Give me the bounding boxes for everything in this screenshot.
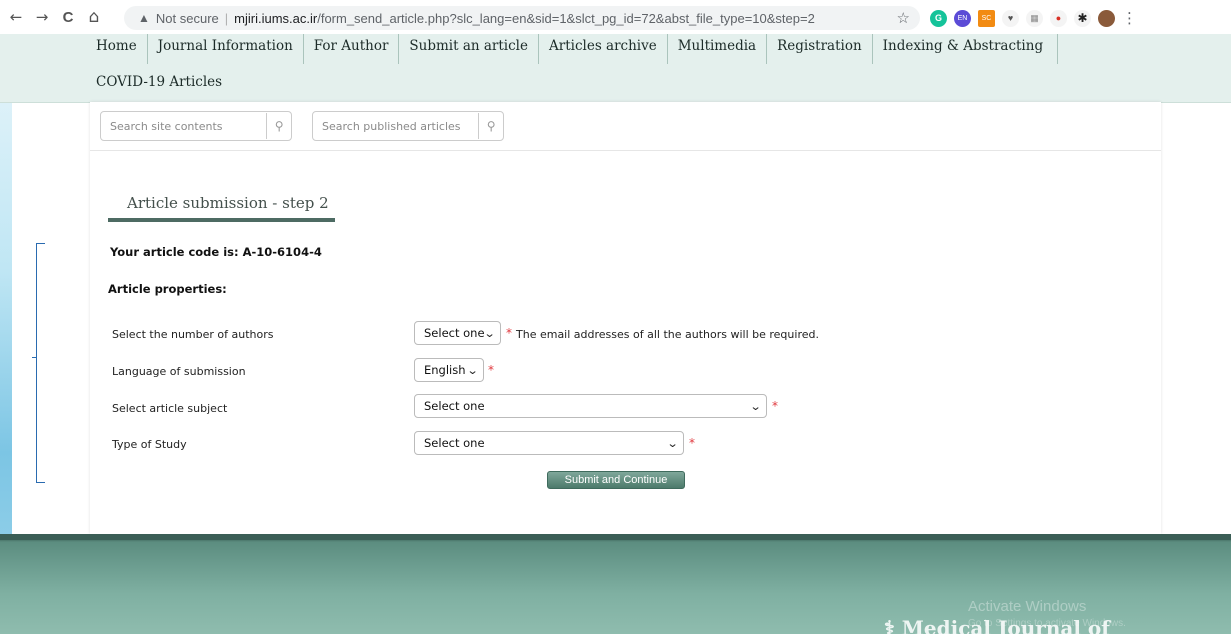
authors-note: The email addresses of all the authors w… [516, 328, 819, 341]
security-label[interactable]: Not secure [156, 11, 219, 26]
article-properties-heading: Article properties: [108, 282, 227, 296]
warning-icon[interactable]: ▲ [138, 11, 150, 25]
extensions-row: G EN SC ♥ ▦ ● ✱ ⋮ [930, 8, 1137, 28]
nav-multimedia[interactable]: Multimedia [668, 34, 768, 64]
nav-covid-articles[interactable]: COVID-19 Articles [96, 74, 222, 90]
subject-label: Select article subject [112, 402, 228, 415]
browser-menu-icon[interactable]: ⋮ [1122, 9, 1137, 27]
nav-registration[interactable]: Registration [767, 34, 873, 64]
search-icon[interactable]: ⚲ [478, 113, 503, 139]
site-search-input[interactable] [101, 118, 267, 134]
profile-avatar-icon[interactable] [1098, 9, 1115, 27]
footer-top-border [0, 534, 1231, 540]
nav-indexing-abstracting[interactable]: Indexing & Abstracting [873, 34, 1059, 64]
site-navigation: Home Journal Information For Author Subm… [0, 34, 1231, 103]
required-mark: * [772, 399, 778, 413]
page-title: Article submission - step 2 [127, 194, 329, 212]
required-mark: * [488, 363, 494, 377]
nav-submit-article[interactable]: Submit an article [399, 34, 539, 64]
nav-journal-information[interactable]: Journal Information [148, 34, 304, 64]
address-separator: | [224, 10, 229, 26]
subject-select-value: Select one [424, 399, 485, 413]
extension-sc-icon[interactable]: SC [978, 9, 995, 27]
title-underline [108, 218, 335, 222]
articles-search-input[interactable] [313, 118, 479, 134]
main-menu: Home Journal Information For Author Subm… [92, 34, 1059, 64]
required-mark: * [689, 436, 695, 450]
nav-home[interactable]: Home [92, 34, 148, 64]
site-search-box: ⚲ [100, 111, 292, 141]
chevron-down-icon: ⌄ [666, 436, 679, 450]
chevron-down-icon: ⌄ [466, 363, 479, 377]
nav-articles-archive[interactable]: Articles archive [539, 34, 668, 64]
activate-windows-title: Activate Windows [968, 598, 1087, 615]
language-select-value: English [424, 363, 466, 377]
study-type-select-value: Select one [424, 436, 485, 450]
reload-icon[interactable]: C [58, 9, 78, 26]
content-panel: ⚲ ⚲ Article submission - step 2 Your art… [90, 102, 1161, 534]
url-path: /form_send_article.php?slc_lang=en&sid=1… [317, 10, 815, 26]
home-icon[interactable]: ⌂ [84, 7, 104, 27]
pin-icon[interactable]: ♥ [1002, 9, 1019, 27]
url-host: mjiri.iums.ac.ir [234, 10, 318, 26]
footer-logo-icon: ⚕ [884, 616, 902, 640]
extension-grid-icon[interactable]: ▦ [1026, 9, 1043, 27]
authors-label: Select the number of authors [112, 328, 274, 341]
left-bracket-tick [32, 357, 37, 358]
language-label: Language of submission [112, 365, 246, 378]
footer-logo-text: Medical Journal of [901, 616, 1110, 640]
nav-for-author[interactable]: For Author [304, 34, 400, 64]
bookmark-star-icon[interactable]: ☆ [897, 9, 910, 27]
extension-en-icon[interactable]: EN [954, 9, 971, 27]
address-bar[interactable]: ▲ Not secure | mjiri.iums.ac.ir /form_se… [124, 6, 920, 30]
footer-logo[interactable]: ⚕ Medical Journal of [884, 616, 1110, 640]
puzzle-icon[interactable]: ✱ [1074, 9, 1091, 27]
articles-search-box: ⚲ [312, 111, 504, 141]
search-icon[interactable]: ⚲ [266, 113, 291, 139]
back-icon[interactable]: ← [6, 8, 26, 26]
subject-select[interactable]: Select one ⌄ [414, 394, 767, 418]
chevron-down-icon: ⌄ [483, 326, 496, 340]
left-bracket-decoration [36, 243, 45, 483]
chevron-down-icon: ⌄ [749, 399, 762, 413]
location-pin-icon[interactable]: ● [1050, 9, 1067, 27]
article-code: Your article code is: A-10-6104-4 [110, 245, 322, 259]
authors-count-select[interactable]: Select one ⌄ [414, 321, 501, 345]
forward-icon[interactable]: → [32, 8, 52, 26]
study-type-select[interactable]: Select one ⌄ [414, 431, 684, 455]
required-mark: * [506, 326, 512, 340]
grammarly-icon[interactable]: G [930, 9, 947, 27]
authors-select-value: Select one [424, 326, 485, 340]
search-bar: ⚲ ⚲ [90, 102, 1161, 151]
submit-continue-button[interactable]: Submit and Continue [547, 471, 685, 489]
study-type-label: Type of Study [112, 438, 187, 451]
language-select[interactable]: English ⌄ [414, 358, 484, 382]
